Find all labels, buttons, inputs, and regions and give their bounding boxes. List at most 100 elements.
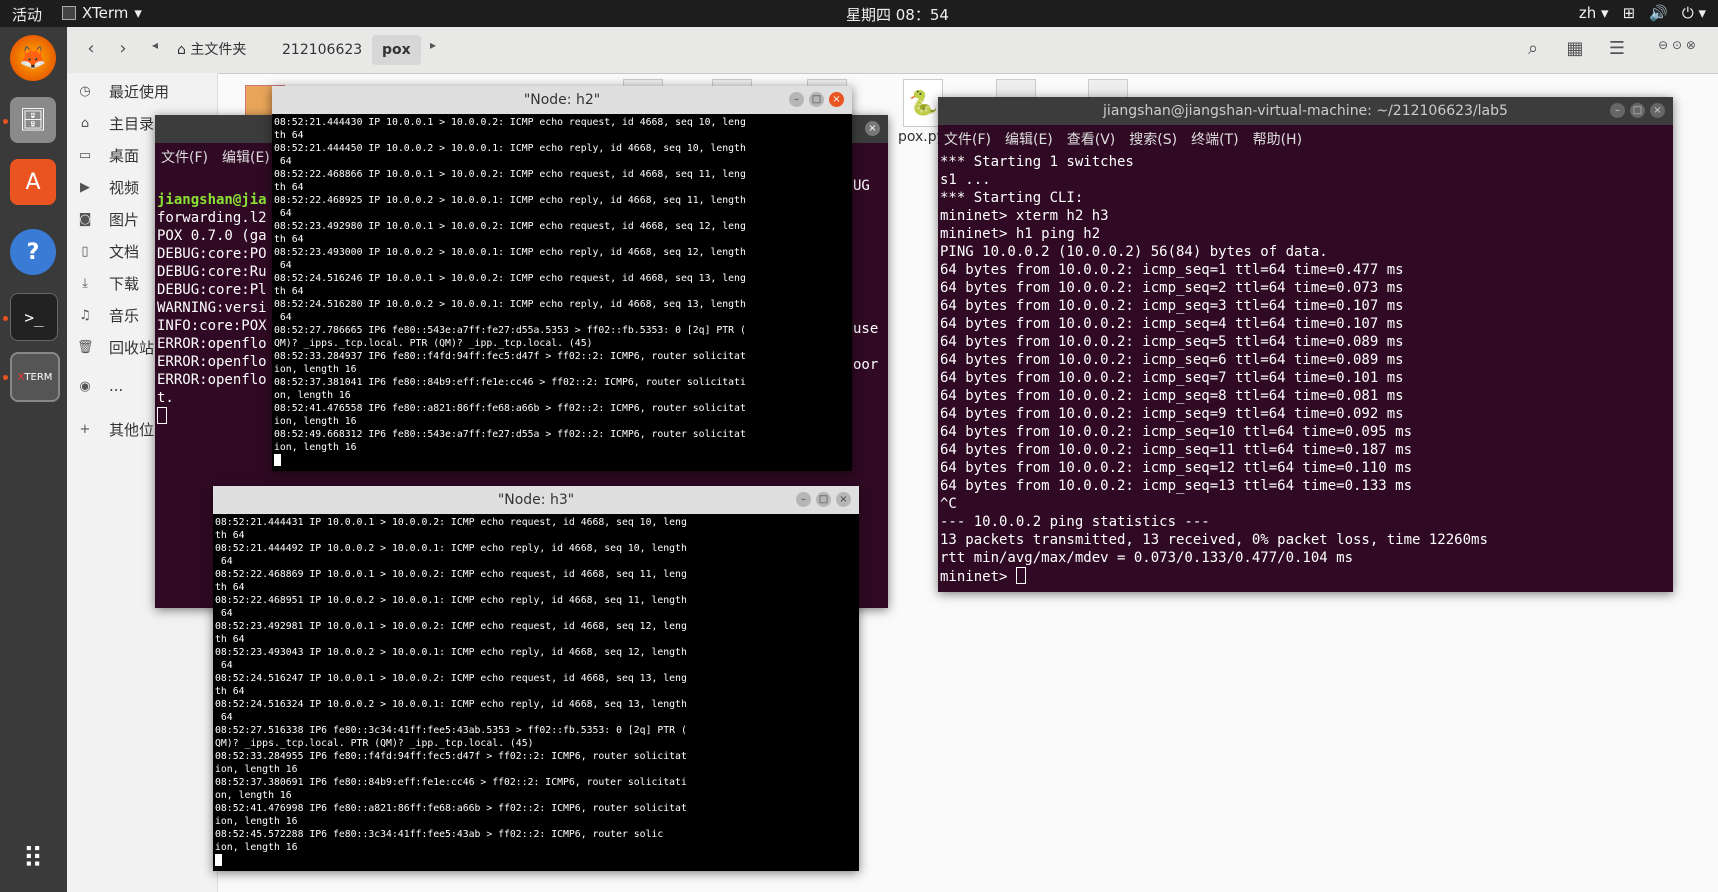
close-icon[interactable]: × — [836, 492, 851, 507]
sidebar-label: 回收站 — [109, 339, 155, 357]
menu-edit[interactable]: 编辑(E) — [1005, 129, 1053, 149]
sidebar-item-recent[interactable]: ◷ 最近使用 — [77, 81, 169, 102]
menu-view[interactable]: 查看(V) — [1067, 129, 1116, 149]
minimize-icon[interactable]: – — [796, 492, 811, 507]
running-indicator — [3, 316, 8, 321]
terminal-fragment: UG — [853, 178, 870, 194]
h2-titlebar[interactable]: "Node: h2" – □ × — [272, 86, 852, 114]
camera-icon: ◙ — [78, 212, 92, 227]
node-h3-window[interactable]: "Node: h3" – □ × 08:52:21.444431 IP 10.0… — [213, 486, 859, 871]
h3-titlebar[interactable]: "Node: h3" – □ × — [213, 486, 859, 514]
h3-terminal-content[interactable]: 08:52:21.444431 IP 10.0.0.1 > 10.0.0.2: … — [213, 514, 859, 869]
minimize-icon[interactable]: – — [789, 92, 804, 107]
crumb-pox[interactable]: pox — [372, 35, 421, 65]
maximize-icon[interactable]: □ — [816, 492, 831, 507]
terminal-line: DEBUG:core:PO — [157, 246, 267, 262]
terminal-line: 08:52:24.516324 IP 10.0.0.2 > 10.0.0.1: … — [215, 699, 687, 710]
maximize-icon[interactable]: □ — [1630, 103, 1645, 118]
terminal-line: rtt min/avg/max/mdev = 0.073/0.133/0.477… — [940, 550, 1354, 566]
close-icon[interactable]: × — [829, 92, 844, 107]
firefox-icon[interactable]: 🦊 — [10, 35, 56, 81]
terminal-cursor-line — [215, 854, 857, 867]
sidebar-item-pictures[interactable]: ◙ 图片 — [77, 209, 139, 230]
terminal-line: th 64 — [274, 234, 304, 245]
terminal-cursor-line — [274, 454, 850, 467]
terminal-line: 08:52:23.493043 IP 10.0.0.2 > 10.0.0.1: … — [215, 647, 687, 658]
terminal-line: forwarding.l2 — [157, 210, 267, 226]
crumb-right-arrow[interactable]: ▸ — [421, 38, 445, 62]
terminal-line: 64 bytes from 10.0.0.2: icmp_seq=1 ttl=6… — [940, 262, 1404, 278]
system-tray[interactable]: zh ▾ ⊞ 🔊 ⏻ ▾ — [1579, 4, 1706, 22]
forward-button[interactable]: › — [111, 38, 135, 62]
clock[interactable]: 星期四 08：54 — [846, 4, 949, 25]
terminal-line: 64 — [215, 608, 233, 619]
software-center-icon[interactable]: A — [10, 159, 56, 205]
menu-edit[interactable]: 编辑(E) — [222, 147, 270, 167]
terminal-line: QM)? _ipps._tcp.local. PTR (QM)? _ipp._t… — [274, 338, 593, 349]
sidebar-item-music[interactable]: ♫ 音乐 — [77, 305, 139, 326]
volume-icon[interactable]: 🔊 — [1649, 4, 1668, 22]
close-icon[interactable]: × — [865, 121, 880, 136]
python-file-icon[interactable]: 🐍 — [903, 79, 943, 127]
sidebar-item-trash[interactable]: 🗑 回收站 — [77, 337, 154, 358]
back-button[interactable]: ‹ — [79, 38, 103, 62]
terminal-line: 08:52:24.516280 IP 10.0.0.2 > 10.0.0.1: … — [274, 299, 746, 310]
sidebar-label: 最近使用 — [109, 83, 170, 101]
terminal-line: 08:52:45.572288 IP6 fe80::3c34:41ff:fee5… — [215, 829, 664, 840]
terminal-line: on, length 16 — [274, 390, 351, 401]
close-icon[interactable]: × — [1650, 103, 1665, 118]
window-buttons: – □ × — [789, 92, 844, 107]
crumb-212106623[interactable]: 212106623 — [272, 35, 372, 65]
window-controls[interactable]: ⊖ ⊙ ⊗ — [1637, 38, 1717, 62]
sidebar-item-more[interactable]: ◉... — [77, 377, 123, 395]
menu-search[interactable]: 搜索(S) — [1129, 129, 1177, 149]
xterm-icon[interactable]: X TERM — [10, 352, 60, 402]
terminal-line: WARNING:versi — [157, 300, 267, 316]
minimize-icon[interactable]: – — [1610, 103, 1625, 118]
running-indicator — [3, 119, 8, 124]
files-icon[interactable]: 🗄 — [10, 97, 56, 143]
sidebar-label: 下载 — [109, 275, 140, 293]
sidebar-item-home[interactable]: ⌂ 主目录 — [77, 113, 154, 134]
terminal-icon[interactable]: >_ — [10, 293, 58, 341]
terminal-line: 64 bytes from 10.0.0.2: icmp_seq=13 ttl=… — [940, 478, 1413, 494]
show-apps-icon[interactable]: ⠿ — [10, 835, 56, 881]
menu-help[interactable]: 帮助(H) — [1253, 129, 1302, 149]
crumb-left-arrow[interactable]: ◂ — [143, 38, 167, 62]
maximize-icon[interactable]: □ — [809, 92, 824, 107]
terminal-line: 08:52:49.668312 IP6 fe80::543e:a7ff:fe27… — [274, 429, 746, 440]
input-method[interactable]: zh ▾ — [1579, 4, 1609, 22]
mininet-terminal-content[interactable]: *** Starting 1 switches s1 ... *** Startin… — [938, 153, 1673, 586]
window-title: "Node: h3" — [497, 492, 575, 508]
terminal-line: 08:52:27.516338 IP6 fe80::3c34:41ff:fee5… — [215, 725, 687, 736]
terminal-cursor — [1015, 567, 1026, 584]
network-icon[interactable]: ⊞ — [1623, 4, 1636, 22]
menu-file[interactable]: 文件(F) — [161, 147, 208, 167]
power-icon[interactable]: ⏻ ▾ — [1682, 4, 1706, 22]
sidebar-item-documents[interactable]: ▯ 文档 — [77, 241, 139, 262]
sidebar-item-videos[interactable]: ▶ 视频 — [77, 177, 139, 198]
sidebar-item-downloads[interactable]: ⤓ 下载 — [77, 273, 139, 294]
terminal-line: th 64 — [215, 582, 245, 593]
menu-icon[interactable]: ☰ — [1605, 38, 1629, 62]
crumb-home[interactable]: ⌂ 主文件夹 — [167, 35, 256, 65]
view-toggle-icon[interactable]: ▦ — [1563, 38, 1587, 62]
terminal-line: s1 ... — [940, 172, 991, 188]
terminal-line: th 64 — [215, 530, 245, 541]
terminal-fragment: use — [853, 321, 879, 337]
terminal-line: 64 bytes from 10.0.0.2: icmp_seq=12 ttl=… — [940, 460, 1413, 476]
window-title: "Node: h2" — [523, 92, 601, 108]
sidebar-item-desktop[interactable]: ▭ 桌面 — [77, 145, 139, 166]
menu-terminal[interactable]: 终端(T) — [1191, 129, 1238, 149]
search-icon[interactable]: ⌕ — [1521, 38, 1545, 62]
node-h2-window[interactable]: "Node: h2" – □ × 08:52:21.444430 IP 10.0… — [272, 86, 852, 471]
mininet-titlebar[interactable]: jiangshan@jiangshan-virtual-machine: ~/2… — [938, 97, 1673, 125]
terminal-line: 64 — [274, 260, 292, 271]
terminal-line: 64 bytes from 10.0.0.2: icmp_seq=10 ttl=… — [940, 424, 1413, 440]
mininet-terminal-window[interactable]: jiangshan@jiangshan-virtual-machine: ~/2… — [938, 97, 1673, 592]
menu-file[interactable]: 文件(F) — [944, 129, 991, 149]
activities-button[interactable]: 活动 — [12, 4, 42, 25]
app-menu[interactable]: XTerm ▾ — [62, 4, 142, 22]
help-icon[interactable]: ? — [10, 229, 56, 275]
h2-terminal-content[interactable]: 08:52:21.444430 IP 10.0.0.1 > 10.0.0.2: … — [272, 114, 852, 469]
